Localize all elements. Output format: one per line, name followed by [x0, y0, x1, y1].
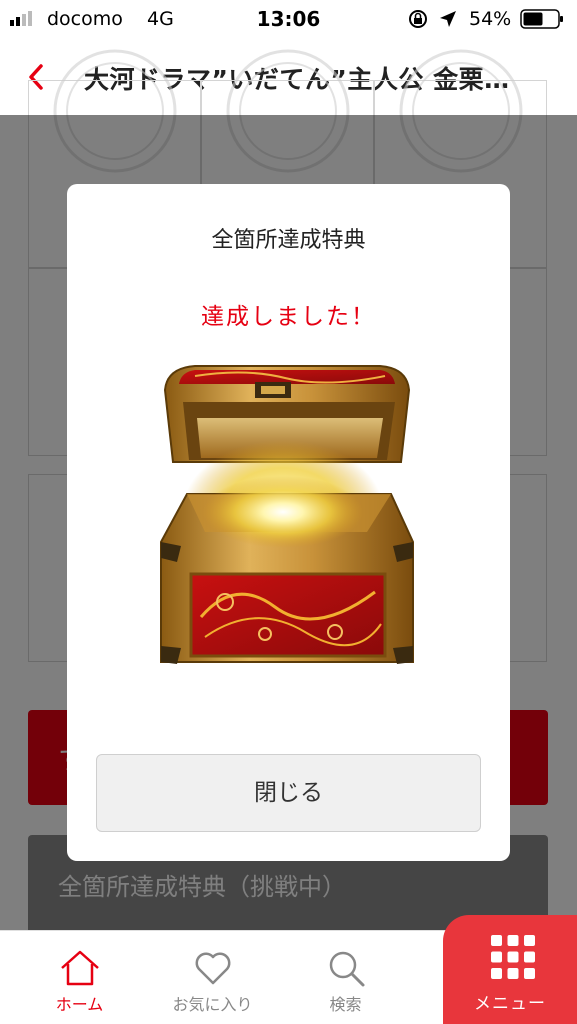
tab-menu[interactable]: メニュー [443, 915, 577, 1024]
rotation-lock-icon [409, 10, 427, 28]
battery-icon [520, 9, 563, 29]
tab-search-label: 検索 [329, 995, 362, 1014]
heart-icon [195, 952, 231, 985]
location-icon [440, 11, 456, 27]
tab-favorites[interactable]: お気に入り [145, 931, 280, 1024]
status-bar: docomo 4G 13:06 54% [0, 0, 577, 40]
tab-favorites-label: お気に入り [172, 995, 253, 1014]
battery-percentage: 54% [469, 8, 512, 30]
treasure-chest-image [160, 365, 414, 664]
tab-home-label: ホーム [55, 995, 104, 1014]
modal-title: 全箇所達成特典 [211, 228, 366, 253]
menu-grid-icon [491, 935, 535, 979]
tab-home[interactable]: ホーム [12, 931, 147, 1024]
achievement-modal: 全箇所達成特典 達成しました！ 閉じる [67, 184, 510, 861]
tab-menu-label: メニュー [474, 994, 546, 1014]
achievement-message: 達成しました！ [201, 304, 376, 330]
close-button[interactable]: 閉じる [96, 754, 481, 832]
tab-search[interactable]: 検索 [278, 931, 413, 1024]
home-icon [61, 950, 99, 986]
search-icon [329, 951, 365, 987]
